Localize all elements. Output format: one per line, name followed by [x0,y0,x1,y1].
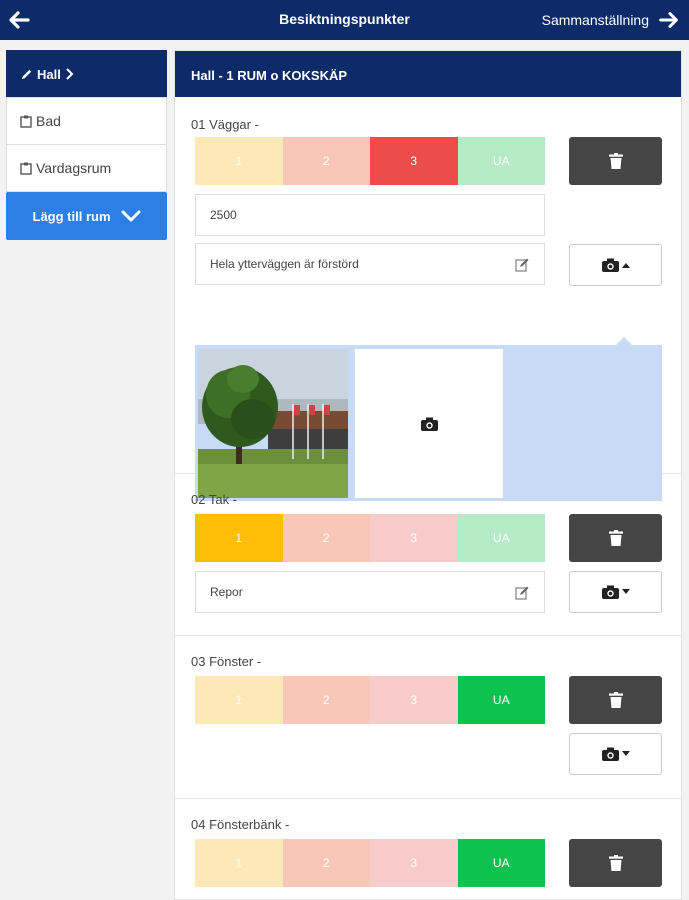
caret-up-icon [621,263,630,268]
chevron-down-icon [121,210,140,222]
grade-ua-button[interactable]: UA [457,839,545,887]
summary-label: Sammanställning [541,12,649,28]
grade-3-button[interactable]: 3 [370,839,458,887]
summary-button[interactable]: Sammanställning [542,6,681,34]
grade-1-button[interactable]: 1 [195,514,283,562]
grade-2-button[interactable]: 2 [282,839,370,887]
delete-button[interactable] [569,676,662,724]
grade-ua-button[interactable]: UA [457,514,545,562]
grade-1-button[interactable]: 1 [195,137,283,185]
arrow-right-icon [659,12,678,28]
grade-1-button[interactable]: 1 [195,839,283,887]
chevron-right-icon [66,68,74,80]
clipboard-icon [20,162,32,175]
point-title: 02 Tak - [191,492,238,507]
room-sidebar: Hall Bad Vardagsrum Lägg till rum [6,50,167,240]
caret-down-icon [621,589,630,594]
point-title: 03 Fönster - [191,654,262,669]
add-room-button[interactable]: Lägg till rum [6,192,167,240]
grade-selector: 1 2 3 UA [195,514,545,562]
point-title: 01 Väggar - [191,117,259,132]
inspection-point: 01 Väggar - 1 2 3 UA 2500 Hela yttervägg… [175,97,681,501]
comment-field[interactable]: Hela ytterväggen är förstörd [195,243,545,285]
sidebar-item-label: Vardagsrum [36,160,112,176]
caret-down-icon [621,751,630,756]
sidebar-item-label: Bad [36,113,61,129]
inspection-point: 03 Fönster - 1 2 3 UA [175,636,681,799]
sidebar-item-label: Hall [37,66,61,82]
delete-button[interactable] [569,514,662,562]
grade-selector: 1 2 3 UA [195,676,545,724]
edit-icon[interactable] [514,257,530,273]
value-field[interactable]: 2500 [195,194,545,236]
grade-2-button[interactable]: 2 [282,137,370,185]
grade-3-button[interactable]: 3 [370,514,458,562]
delete-button[interactable] [569,137,662,185]
photo-toggle-button[interactable] [569,571,662,613]
comment-text: Hela ytterväggen är förstörd [210,257,359,271]
trash-icon [608,855,623,871]
comment-field[interactable]: Repor [195,571,545,613]
comment-text: Repor [210,585,243,599]
clipboard-icon [20,115,32,128]
grade-ua-button[interactable]: UA [457,676,545,724]
grade-3-button[interactable]: 3 [370,676,458,724]
inspection-point: 04 Fönsterbänk - 1 2 3 UA [175,799,681,899]
edit-icon[interactable] [514,585,530,601]
top-bar: Besiktningspunkter Sammanställning [0,0,689,40]
grade-2-button[interactable]: 2 [282,514,370,562]
grade-selector: 1 2 3 UA [195,137,545,185]
add-room-label: Lägg till rum [32,208,111,224]
grade-2-button[interactable]: 2 [282,676,370,724]
inspection-point: 02 Tak - 1 2 3 UA Repor [175,474,681,636]
trash-icon [608,153,623,169]
grade-ua-button[interactable]: UA [457,137,545,185]
pencil-icon [21,69,32,79]
trash-icon [608,530,623,546]
sidebar-item-bad[interactable]: Bad [6,97,167,145]
grade-3-button[interactable]: 3 [370,137,458,185]
delete-button[interactable] [569,839,662,887]
camera-icon [601,258,619,272]
sidebar-item-vardagsrum[interactable]: Vardagsrum [6,144,167,192]
grade-selector: 1 2 3 UA [195,839,545,887]
camera-icon [420,417,438,431]
camera-icon [601,585,619,599]
room-header: Hall - 1 RUM o KOKSKÄP [175,51,681,97]
grade-1-button[interactable]: 1 [195,676,283,724]
inspection-panel: Hall - 1 RUM o KOKSKÄP 01 Väggar - 1 2 3… [174,50,682,900]
photo-toggle-button[interactable] [569,244,662,286]
trash-icon [608,692,623,708]
sidebar-item-hall[interactable]: Hall [6,50,167,98]
photo-toggle-button[interactable] [569,733,662,775]
point-title: 04 Fönsterbänk - [191,817,290,832]
camera-icon [601,747,619,761]
